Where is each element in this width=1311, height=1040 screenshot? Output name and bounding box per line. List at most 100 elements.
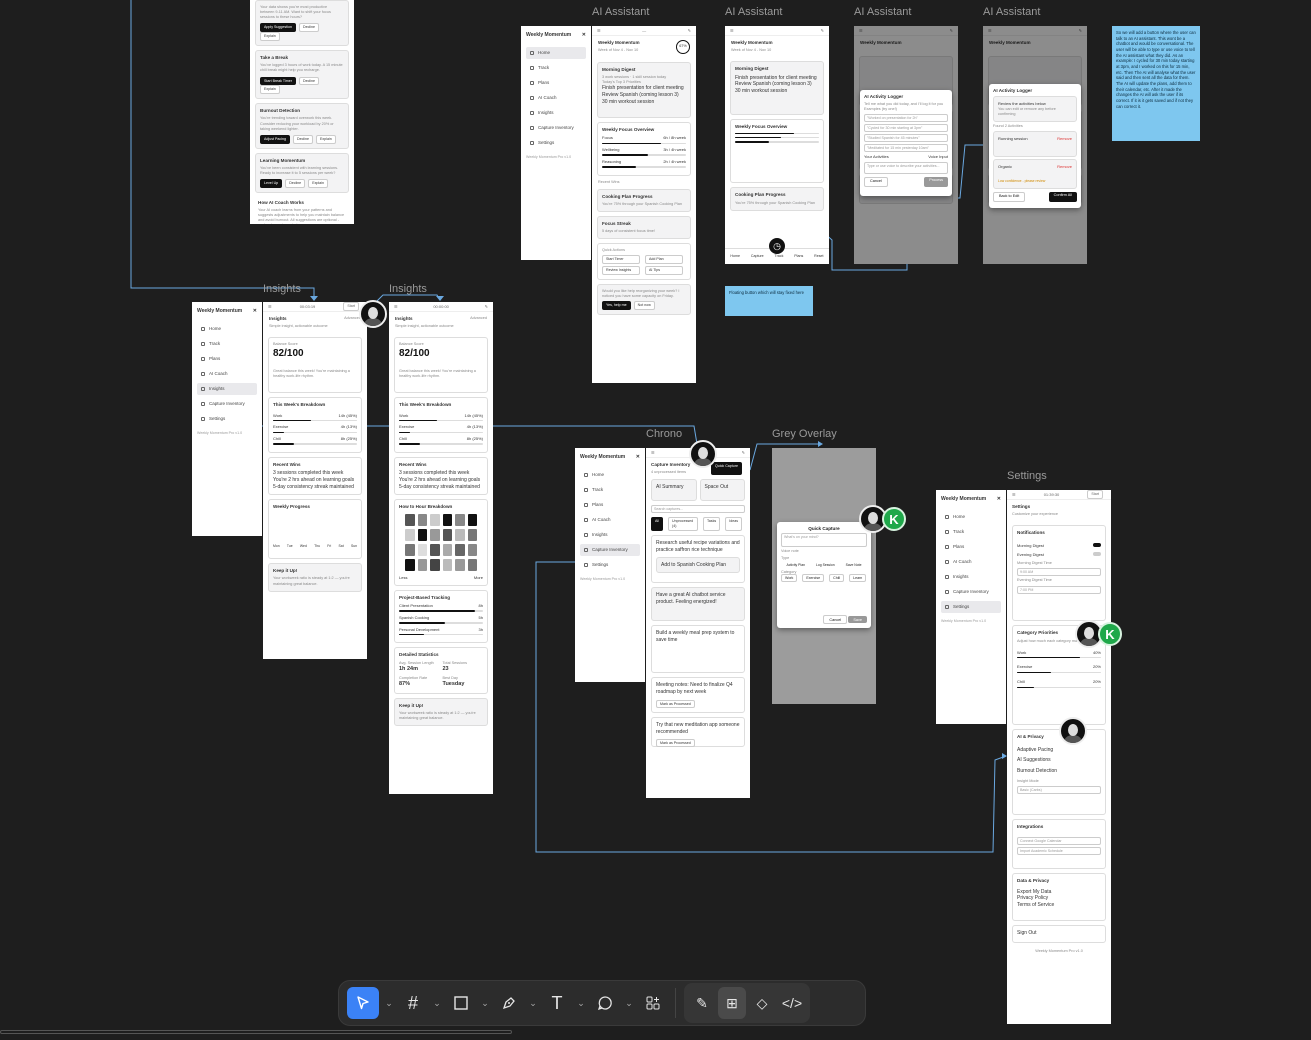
filter-chip[interactable]: Ideas (725, 517, 742, 531)
remove-button[interactable]: Remove (1057, 136, 1072, 141)
academic-schedule-button[interactable]: Import Academic Schedule (1017, 846, 1101, 855)
add-plan-button[interactable]: Add Plan (645, 255, 683, 265)
remove-button[interactable]: Remove (1057, 164, 1072, 169)
frame-label[interactable]: AI Assistant (854, 6, 911, 18)
settings-frame[interactable]: ☰ 01:39:30 Start Settings Customize your ex… (1007, 490, 1111, 1024)
explain-button[interactable]: Explain (308, 179, 328, 188)
nav-drawer-frame[interactable]: Weekly Momentum ✕ Home Track Plans AI Coa… (521, 26, 591, 260)
review-insights-button[interactable]: Review Insights (602, 266, 640, 276)
nav-item-capture[interactable]: Capture Inventory (941, 586, 1001, 598)
home-frame[interactable]: ☰ — ✎ Weekly Momentum Week of Nov 4 - Nov 1… (592, 26, 696, 383)
nav-drawer-frame[interactable]: Weekly Momentum ✕ Home Track Plans AI Coa… (936, 490, 1006, 724)
nav-item-ai-coach[interactable]: AI Coach (526, 92, 586, 104)
sticky-note[interactable]: Floating button which will stay fixed he… (725, 286, 813, 316)
decline-button[interactable]: Decline (285, 179, 306, 188)
menu-icon[interactable]: ☰ (268, 304, 272, 309)
explain-button[interactable]: Explain (260, 85, 280, 95)
tab-reset[interactable]: Reset (814, 254, 823, 259)
yes-help-button[interactable]: Yes, help me (602, 301, 631, 311)
frame-label[interactable]: Insights (263, 283, 301, 295)
apply-button[interactable]: Apply Suggestion (260, 23, 296, 33)
nav-item-settings[interactable]: Settings (580, 559, 640, 571)
sticky-note[interactable]: So we will add a button where the user c… (1112, 26, 1200, 141)
menu-icon[interactable]: ☰ (1012, 492, 1016, 497)
nav-item-capture[interactable]: Capture Inventory (580, 544, 640, 557)
nav-item-capture[interactable]: Capture Inventory (526, 122, 586, 134)
collaborator-avatar-k[interactable]: K (1098, 622, 1122, 646)
nav-item-insights[interactable]: Insights (941, 571, 1001, 583)
nav-item-ai-coach[interactable]: AI Coach (941, 556, 1001, 568)
nav-item-insights[interactable]: Insights (580, 529, 640, 541)
category-chip[interactable]: Work (781, 574, 798, 582)
morning-time-select[interactable]: 9:00 AM (1017, 568, 1101, 577)
type-option[interactable]: Activity Plan (787, 563, 805, 567)
menu-icon[interactable]: ☰ (394, 304, 398, 309)
activity-review-dialog[interactable]: AI Activity Logger Review the activities… (989, 84, 1081, 208)
mark-processed-button[interactable]: Mark as Processed (656, 699, 695, 709)
ai-coach-frame[interactable]: Your data shows you're most productive b… (250, 0, 354, 224)
move-tool-icon[interactable] (347, 987, 379, 1019)
nav-item-capture[interactable]: Capture Inventory (197, 398, 257, 410)
nav-item-track[interactable]: Track (526, 62, 586, 74)
decline-button[interactable]: Decline (292, 134, 313, 144)
type-option[interactable]: Save Note (846, 563, 862, 567)
nav-item-settings[interactable]: Settings (526, 137, 586, 149)
confirm-all-button[interactable]: Confirm All (1048, 191, 1077, 203)
logger-frame[interactable]: ☰ ✎ Weekly Momentum AI Activity Logger Te… (854, 26, 958, 264)
category-chip[interactable]: Exercise (802, 574, 825, 582)
start-timer-button[interactable]: Start Timer (602, 255, 640, 265)
activity-logger-dialog[interactable]: AI Activity Logger Tell me what you did … (860, 90, 952, 196)
ai-summary-tab[interactable]: AI Summary (656, 484, 684, 490)
cancel-button[interactable]: Cancel (823, 615, 848, 624)
capture-item[interactable]: Build a weekly meal prep system to save … (656, 630, 740, 644)
activity-name[interactable]: Organic (998, 164, 1012, 169)
frame-label[interactable]: Insights (389, 283, 427, 295)
space-out-tab[interactable]: Space Out (705, 484, 729, 490)
pen-tool-icon[interactable] (495, 987, 523, 1019)
close-icon[interactable]: ✕ (636, 454, 640, 461)
timer-start-button[interactable]: Start (1087, 490, 1103, 499)
terms-link[interactable]: Terms of Service (1017, 902, 1101, 909)
insight-mode-select[interactable]: Basic (Carbs) (1017, 785, 1101, 794)
menu-icon[interactable]: ☰ (651, 450, 655, 455)
nav-item-plans[interactable]: Plans (580, 499, 640, 511)
tab-plans[interactable]: Plans (794, 254, 803, 259)
activities-input[interactable]: Type or use voice to describe your activ… (864, 161, 948, 174)
menu-icon[interactable]: ☰ (730, 28, 734, 33)
filter-chip[interactable]: All (651, 517, 663, 531)
nav-item-home[interactable]: Home (580, 469, 640, 481)
voice-input-button[interactable]: Voice Input (928, 154, 948, 159)
example-chip[interactable]: "Meditated for 15 min yesterday 10am" (864, 144, 948, 153)
example-chip[interactable]: "Cycled for 30 min starting at 3pm" (864, 124, 948, 133)
frame-label[interactable]: Settings (1007, 470, 1047, 482)
mode-switcher[interactable]: ✎ ⊞ ◇ </> (684, 983, 810, 1023)
advanced-toggle[interactable]: Advanced (470, 316, 487, 329)
advanced-toggle[interactable]: Advanced (344, 316, 361, 329)
capture-item[interactable]: Research useful recipe variations and pr… (656, 540, 740, 554)
collaborator-avatar[interactable] (1059, 717, 1087, 745)
nav-item-ai-coach[interactable]: AI Coach (197, 368, 257, 380)
nav-item-plans[interactable]: Plans (197, 353, 257, 365)
filter-chip[interactable]: Tasks (703, 517, 721, 531)
chevron-down-icon[interactable]: ⌄ (431, 998, 443, 1009)
nav-drawer-frame[interactable]: Weekly Momentum ✕ Home Track Plans AI Coa… (192, 302, 262, 536)
capture-item[interactable]: Have a great AI chatbot service product.… (656, 592, 740, 606)
decline-button[interactable]: Decline (298, 76, 319, 86)
voice-note-button[interactable]: Voice note (781, 549, 867, 553)
insights-simple-frame[interactable]: ☰ 00:03:19 Start Insights Simple insight, a… (263, 302, 367, 659)
text-tool-icon[interactable]: T (543, 987, 571, 1019)
nav-item-track[interactable]: Track (197, 338, 257, 350)
nav-item-settings[interactable]: Settings (197, 413, 257, 425)
collaborator-avatar[interactable] (359, 300, 387, 328)
draw-mode-icon[interactable]: ✎ (688, 987, 716, 1019)
morning-toggle[interactable] (1093, 542, 1101, 547)
horizontal-scrollbar[interactable] (0, 1030, 512, 1034)
back-to-edit-button[interactable]: Back to Edit (993, 191, 1026, 203)
quick-capture-button[interactable]: Quick Capture (711, 462, 742, 476)
frame-label[interactable]: Chrono (646, 428, 682, 440)
google-calendar-button[interactable]: Connect Google Calendar (1017, 836, 1101, 845)
nav-item-insights[interactable]: Insights (197, 383, 257, 396)
nav-item-track[interactable]: Track (941, 526, 1001, 538)
mark-processed-button[interactable]: Mark as Processed (656, 738, 695, 748)
nav-item-home[interactable]: Home (526, 46, 586, 59)
